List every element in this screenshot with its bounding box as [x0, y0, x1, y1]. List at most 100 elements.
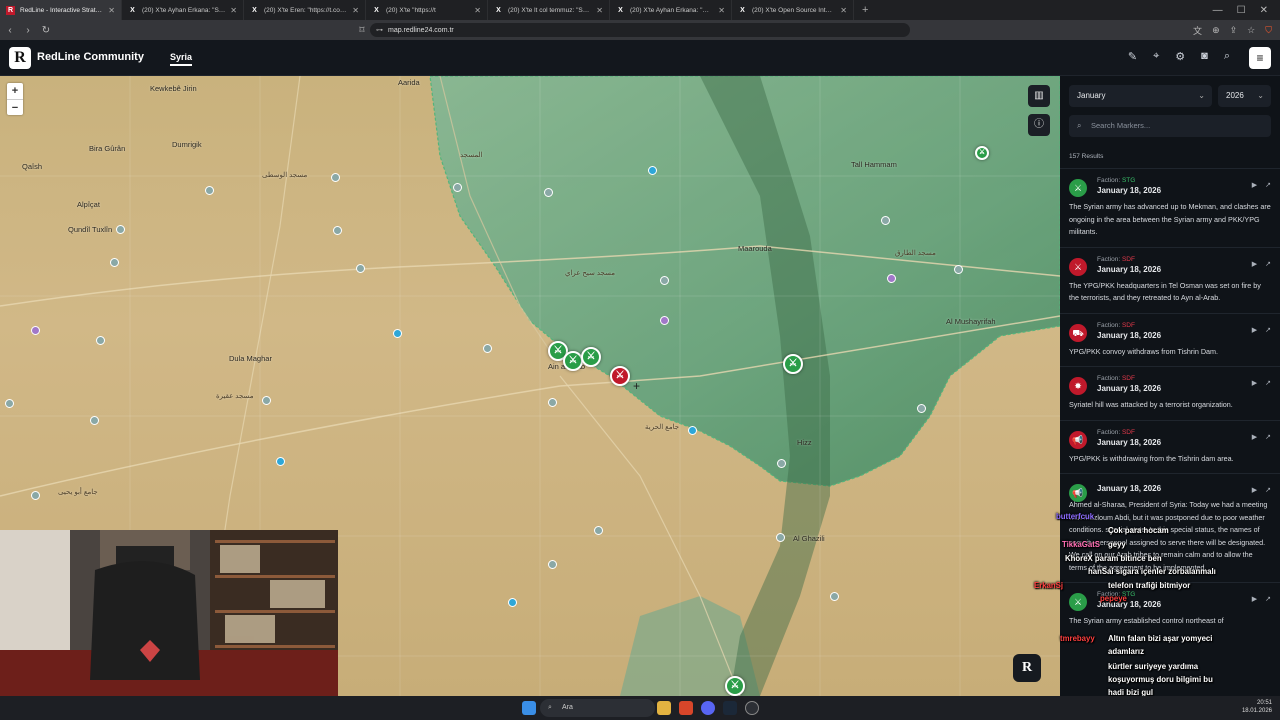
hospital-poi[interactable] [31, 326, 40, 335]
external-link-icon[interactable]: ↗ [1265, 260, 1271, 268]
close-tab-icon[interactable]: ✕ [108, 6, 115, 15]
event-item[interactable]: 📢 Faction: SDF January 18, 2026 YPG/PKK is … [1060, 419, 1280, 474]
file-explorer-icon[interactable] [657, 701, 671, 715]
back-icon[interactable]: ‹ [2, 25, 18, 36]
close-tab-icon[interactable]: ✕ [596, 6, 603, 15]
info-icon[interactable]: ⓘ [1028, 114, 1050, 136]
redline-logo[interactable]: R [9, 47, 31, 69]
video-icon[interactable]: ▶ [1252, 595, 1257, 603]
search-icon[interactable]: ⌕ [1224, 50, 1230, 63]
reload-icon[interactable]: ↻ [38, 25, 54, 36]
video-icon[interactable]: ▶ [1252, 379, 1257, 387]
pin-icon[interactable]: ⌖ [1153, 50, 1159, 63]
external-link-icon[interactable]: ↗ [1265, 326, 1271, 334]
forward-icon[interactable]: › [20, 25, 36, 36]
event-item[interactable]: ⚔ Faction: SDF January 18, 2026 The YPG/PKK… [1060, 246, 1280, 313]
event-marker-stg[interactable]: ⚔ [975, 146, 989, 160]
mosque-poi[interactable] [453, 183, 462, 192]
star-icon[interactable]: ☆ [1247, 25, 1255, 36]
video-icon[interactable]: ▶ [1252, 486, 1257, 494]
windows-start-icon[interactable] [522, 701, 536, 715]
taskbar-search[interactable]: ⌕ Ara [540, 699, 655, 717]
bookmark-icon[interactable]: ⌑ [354, 25, 370, 36]
mosque-poi[interactable] [917, 404, 926, 413]
video-icon[interactable]: ▶ [1252, 181, 1257, 189]
browser-tab[interactable]: X (20) X'te Ayhan Erkana: "Rakka hala b ✕ [610, 0, 732, 20]
event-item[interactable]: ⚔ Faction: STG January 18, 2026 The Syrian … [1060, 168, 1280, 247]
external-link-icon[interactable]: ↗ [1265, 486, 1271, 494]
shop-poi[interactable] [393, 329, 402, 338]
mosque-poi[interactable] [331, 173, 340, 182]
site-info-icon[interactable]: ⊶ [376, 26, 383, 34]
marker-search-input[interactable]: ⌕ Search Markers... [1069, 115, 1271, 137]
zoom-in-button[interactable]: + [7, 83, 23, 99]
shop-poi[interactable] [508, 598, 517, 607]
url-field[interactable]: ⊶ map.redline24.com.tr [370, 23, 910, 37]
mosque-poi[interactable] [116, 225, 125, 234]
mosque-poi[interactable] [548, 560, 557, 569]
close-tab-icon[interactable]: ✕ [718, 6, 725, 15]
brave-browser-icon[interactable] [679, 701, 693, 715]
external-link-icon[interactable]: ↗ [1265, 379, 1271, 387]
mosque-poi[interactable] [90, 416, 99, 425]
close-tab-icon[interactable]: ✕ [352, 6, 359, 15]
close-tab-icon[interactable]: ✕ [474, 6, 481, 15]
external-link-icon[interactable]: ↗ [1265, 181, 1271, 189]
video-icon[interactable]: ▶ [1252, 260, 1257, 268]
mosque-poi[interactable] [954, 265, 963, 274]
mosque-poi[interactable] [96, 336, 105, 345]
obs-icon[interactable] [745, 701, 759, 715]
mosque-poi[interactable] [5, 399, 14, 408]
mosque-poi[interactable] [776, 533, 785, 542]
zoom-icon[interactable]: ⊕ [1212, 25, 1220, 36]
mosque-poi[interactable] [548, 398, 557, 407]
browser-tab[interactable]: X (20) X'te Open Source Intel: "NEW ✕ [732, 0, 854, 20]
close-tab-icon[interactable]: ✕ [840, 6, 847, 15]
gear-icon[interactable]: ⚙ [1175, 50, 1185, 63]
camera-icon[interactable]: ◙ [1201, 50, 1208, 63]
video-icon[interactable]: ▶ [1252, 433, 1257, 441]
mosque-poi[interactable] [881, 216, 890, 225]
share-icon[interactable]: ⇪ [1230, 25, 1238, 36]
close-tab-icon[interactable]: ✕ [230, 6, 237, 15]
map-layers-icon[interactable]: ▥ [1028, 85, 1050, 107]
hospital-poi[interactable] [660, 316, 669, 325]
mosque-poi[interactable] [262, 396, 271, 405]
event-marker-sdf[interactable]: ⚔ [610, 366, 630, 386]
pen-icon[interactable]: ✎ [1128, 50, 1137, 63]
event-marker-stg[interactable]: ⚔ [581, 347, 601, 367]
event-item[interactable]: ⚔ Faction: STG January 18, 2026 The Syrian … [1060, 582, 1280, 636]
month-select[interactable]: January ⌄ [1069, 85, 1212, 107]
browser-tab[interactable]: X (20) X'te "https://t ✕ [366, 0, 488, 20]
hamburger-icon[interactable]: ≡ [1249, 47, 1271, 69]
tab-syria[interactable]: Syria [170, 52, 193, 66]
mosque-poi[interactable] [205, 186, 214, 195]
browser-tab[interactable]: X (20) X'te Ayhan Erkana: "Suriye ordus ✕ [122, 0, 244, 20]
discord-icon[interactable] [701, 701, 715, 715]
hospital-poi[interactable] [887, 274, 896, 283]
mosque-poi[interactable] [333, 226, 342, 235]
event-item[interactable]: ⛟ Faction: SDF January 18, 2026 YPG/PKK con… [1060, 312, 1280, 367]
minimize-icon[interactable]: — [1213, 5, 1223, 16]
event-marker-stg[interactable]: ⚔ [725, 676, 745, 696]
shop-poi[interactable] [688, 426, 697, 435]
shop-poi[interactable] [648, 166, 657, 175]
year-select[interactable]: 2026 ⌄ [1218, 85, 1271, 107]
mosque-poi[interactable] [777, 459, 786, 468]
mosque-poi[interactable] [830, 592, 839, 601]
mosque-poi[interactable] [31, 491, 40, 500]
new-tab-button[interactable]: + [854, 0, 876, 20]
translate-icon[interactable]: 文 [1193, 24, 1202, 37]
browser-tab[interactable]: X (20) X'te lt col temmuz: "Suriye Dışişl… [488, 0, 610, 20]
mosque-poi[interactable] [660, 276, 669, 285]
mosque-poi[interactable] [356, 264, 365, 273]
mosque-poi[interactable] [483, 344, 492, 353]
video-icon[interactable]: ▶ [1252, 326, 1257, 334]
external-link-icon[interactable]: ↗ [1265, 433, 1271, 441]
mosque-poi[interactable] [544, 188, 553, 197]
shield-icon[interactable]: ⛉ [1265, 25, 1272, 36]
shop-poi[interactable] [276, 457, 285, 466]
close-icon[interactable]: ✕ [1260, 5, 1268, 16]
mosque-poi[interactable] [594, 526, 603, 535]
browser-tab[interactable]: R RedLine - Interactive Strategic M ✕ [0, 0, 122, 20]
